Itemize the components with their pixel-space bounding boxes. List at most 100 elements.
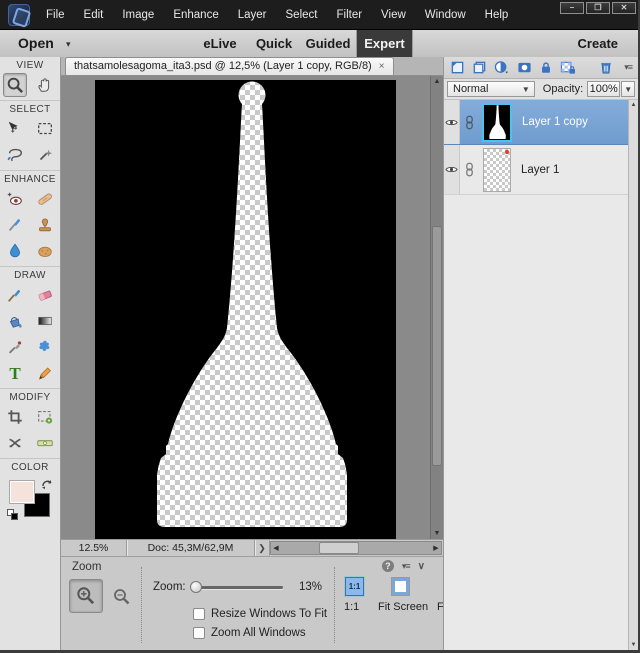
- blur-tool-icon[interactable]: [3, 239, 27, 263]
- status-collapse-icon[interactable]: ❯: [255, 540, 270, 556]
- default-colors-icon[interactable]: [7, 509, 18, 520]
- canvas[interactable]: [95, 80, 396, 539]
- layer-name[interactable]: Layer 1 copy: [522, 116, 588, 128]
- help-icon[interactable]: ?: [381, 560, 394, 572]
- one-to-one-button[interactable]: 1:1: [345, 577, 364, 596]
- foreground-color-swatch[interactable]: [9, 480, 35, 504]
- content-aware-move-tool-icon[interactable]: [3, 431, 27, 455]
- gradient-tool-icon[interactable]: [33, 309, 57, 333]
- menu-file[interactable]: File: [46, 9, 65, 21]
- quick-selection-tool-icon[interactable]: [33, 143, 57, 167]
- clone-stamp-tool-icon[interactable]: [33, 213, 57, 237]
- lock-transparent-pixels-icon[interactable]: [560, 60, 576, 75]
- hand-tool-icon[interactable]: [33, 73, 57, 97]
- opacity-value-box[interactable]: 100%: [587, 81, 621, 97]
- scroll-left-icon[interactable]: ◀: [271, 542, 281, 554]
- minimize-button[interactable]: –: [560, 2, 584, 14]
- zoom-slider[interactable]: [190, 581, 283, 593]
- layers-scrollbar[interactable]: ▲ ▼: [628, 100, 638, 650]
- add-layer-mask-icon[interactable]: [517, 60, 532, 75]
- menu-help[interactable]: Help: [485, 9, 509, 21]
- zoom-out-button[interactable]: [111, 586, 133, 608]
- maximize-button[interactable]: ❐: [586, 2, 610, 14]
- visibility-cell[interactable]: [444, 100, 460, 144]
- horizontal-scrollbar[interactable]: ◀ ▶: [270, 541, 442, 555]
- link-cell[interactable]: [460, 162, 478, 177]
- tab-expert[interactable]: Expert: [356, 30, 413, 58]
- smart-brush-tool-icon[interactable]: [3, 213, 27, 237]
- delete-layer-icon[interactable]: [599, 60, 613, 75]
- sponge-tool-icon[interactable]: [33, 239, 57, 263]
- menu-layer[interactable]: Layer: [238, 9, 267, 21]
- opacity-dropdown-button[interactable]: ▼: [621, 81, 635, 97]
- type-tool-icon[interactable]: T: [3, 361, 27, 385]
- layer-thumbnail[interactable]: [482, 102, 512, 142]
- menu-image[interactable]: Image: [122, 9, 154, 21]
- menu-select[interactable]: Select: [286, 9, 318, 21]
- open-dropdown-arrow-icon[interactable]: ▾: [66, 39, 71, 50]
- canvas-viewport[interactable]: ▲ ▼: [61, 76, 443, 539]
- vertical-scrollbar[interactable]: ▲ ▼: [430, 76, 443, 539]
- menu-filter[interactable]: Filter: [336, 9, 362, 21]
- scroll-down-icon[interactable]: ▼: [431, 530, 443, 537]
- zoom-in-button[interactable]: [69, 579, 103, 613]
- move-tool-icon[interactable]: [3, 117, 27, 141]
- recompose-tool-icon[interactable]: [33, 405, 57, 429]
- lock-all-icon[interactable]: [539, 60, 553, 75]
- scroll-up-icon[interactable]: ▲: [431, 78, 443, 85]
- options-menu-icon[interactable]: ▾≡: [402, 561, 411, 572]
- paint-bucket-tool-icon[interactable]: [3, 309, 27, 333]
- new-layer-icon[interactable]: [450, 60, 465, 75]
- eye-icon[interactable]: [445, 118, 458, 127]
- status-zoom-level[interactable]: 12.5%: [61, 540, 127, 556]
- layer-row-layer-1[interactable]: Layer 1: [444, 145, 638, 195]
- swap-colors-icon[interactable]: [41, 478, 53, 490]
- custom-shape-tool-icon[interactable]: [33, 335, 57, 359]
- lasso-tool-icon[interactable]: [3, 143, 27, 167]
- crop-tool-icon[interactable]: [3, 405, 27, 429]
- opacity-label: Opacity:: [542, 83, 584, 95]
- tab-elive[interactable]: eLive: [196, 30, 244, 58]
- visibility-cell[interactable]: [444, 145, 460, 194]
- layer-thumbnail[interactable]: [483, 147, 511, 192]
- scroll-right-icon[interactable]: ▶: [431, 542, 441, 554]
- resize-windows-checkbox[interactable]: [193, 608, 205, 620]
- zoom-tool-icon[interactable]: [3, 73, 27, 97]
- document-tab-close-icon[interactable]: ×: [379, 61, 385, 72]
- menu-window[interactable]: Window: [425, 9, 466, 21]
- zoom-slider-thumb[interactable]: [190, 581, 202, 593]
- blend-mode-dropdown[interactable]: Normal ▼: [447, 81, 535, 97]
- status-doc-size[interactable]: Doc: 45,3M/62,9M: [127, 540, 255, 556]
- close-button[interactable]: ✕: [612, 2, 636, 14]
- new-adjustment-layer-icon[interactable]: [494, 60, 510, 75]
- menu-view[interactable]: View: [381, 9, 406, 21]
- red-eye-removal-tool-icon[interactable]: [3, 187, 27, 211]
- tab-quick[interactable]: Quick: [250, 30, 298, 58]
- layer-row-layer-1-copy[interactable]: Layer 1 copy: [444, 100, 638, 145]
- collapse-panel-icon[interactable]: ∨: [418, 561, 425, 572]
- zoom-all-windows-checkbox[interactable]: [193, 627, 205, 639]
- straighten-tool-icon[interactable]: [33, 431, 57, 455]
- create-button[interactable]: Create: [560, 30, 630, 58]
- rectangular-marquee-tool-icon[interactable]: [33, 117, 57, 141]
- tab-guided[interactable]: Guided: [302, 30, 354, 58]
- menu-enhance[interactable]: Enhance: [173, 9, 218, 21]
- scroll-up-icon[interactable]: ▲: [629, 102, 638, 108]
- new-group-icon[interactable]: [472, 60, 487, 75]
- layer-name[interactable]: Layer 1: [521, 164, 559, 176]
- link-cell[interactable]: [460, 115, 478, 130]
- eraser-tool-icon[interactable]: [33, 283, 57, 307]
- brush-tool-icon[interactable]: [3, 283, 27, 307]
- vertical-scroll-thumb[interactable]: [432, 226, 442, 466]
- eyedropper-tool-icon[interactable]: [3, 335, 27, 359]
- document-tab[interactable]: thatsamolesagoma_ita3.psd @ 12,5% (Layer…: [65, 57, 394, 75]
- menu-edit[interactable]: Edit: [84, 9, 104, 21]
- horizontal-scroll-thumb[interactable]: [319, 542, 359, 554]
- layers-panel-menu-icon[interactable]: ▾≡: [624, 62, 633, 73]
- fit-screen-button[interactable]: [391, 577, 410, 596]
- scroll-down-icon[interactable]: ▼: [629, 642, 638, 648]
- open-button[interactable]: Open: [18, 35, 54, 51]
- pencil-tool-icon[interactable]: [33, 361, 57, 385]
- spot-healing-brush-tool-icon[interactable]: [33, 187, 57, 211]
- eye-icon[interactable]: [445, 165, 458, 174]
